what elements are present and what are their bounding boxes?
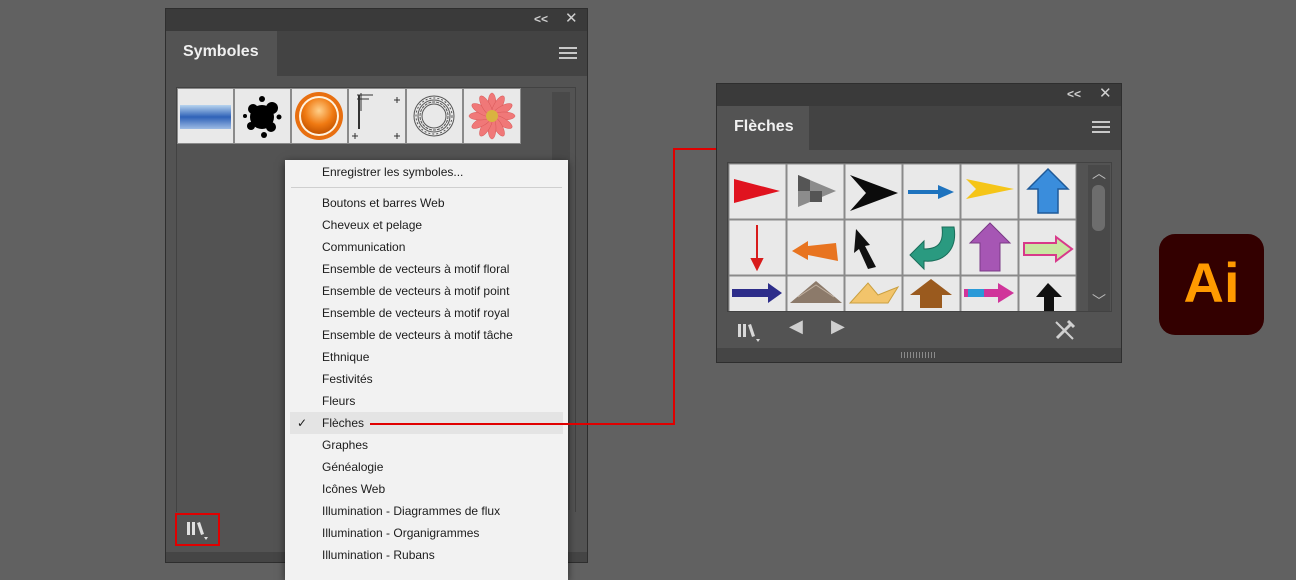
menu-item-label: Boutons et barres Web bbox=[322, 196, 445, 210]
tab-symboles-label: Symboles bbox=[183, 43, 259, 60]
menu-item-library[interactable]: Fleurs bbox=[285, 390, 568, 412]
illustrator-logo: Ai bbox=[1159, 234, 1264, 335]
ink-splatter-icon bbox=[243, 96, 282, 138]
menu-item-library[interactable]: Boutons et barres Web bbox=[285, 192, 568, 214]
menu-item-label: Illumination - Diagrammes de flux bbox=[322, 504, 501, 518]
symbol-thumb-registration-marks[interactable] bbox=[348, 88, 406, 144]
menu-item-library[interactable]: Icônes Web bbox=[285, 478, 568, 500]
menu-item-label: Communication bbox=[322, 240, 406, 254]
close-icon[interactable]: ✕ bbox=[565, 11, 578, 27]
highlight-connector bbox=[673, 148, 675, 425]
symbol-thumb-orange-button[interactable] bbox=[291, 88, 348, 144]
menu-item-label: Ensemble de vecteurs à motif tâche bbox=[322, 328, 513, 342]
arrows-panel-footer bbox=[717, 348, 1121, 362]
menu-item-library[interactable]: Illumination - Organigrammes bbox=[285, 522, 568, 544]
arrows-grid: ︿ ﹀ bbox=[727, 162, 1112, 312]
menu-item-label: Fleurs bbox=[322, 394, 356, 408]
close-icon[interactable]: ✕ bbox=[1099, 86, 1112, 102]
hamburger-icon[interactable] bbox=[559, 47, 577, 61]
symbol-library-icon bbox=[187, 522, 208, 540]
symbols-panel-titlebar[interactable]: << ✕ bbox=[166, 9, 587, 31]
menu-item-library[interactable]: Généalogie bbox=[285, 456, 568, 478]
menu-item-label: Illumination - Organigrammes bbox=[322, 526, 480, 540]
tab-fleches[interactable]: Flèches bbox=[717, 106, 809, 150]
symbol-thumb-ink-splatter[interactable] bbox=[234, 88, 291, 144]
menu-item-label: Ensemble de vecteurs à motif point bbox=[322, 284, 510, 298]
torus-ring-icon bbox=[413, 95, 455, 137]
menu-item-library[interactable]: Ethnique bbox=[285, 346, 568, 368]
menu-item-library[interactable]: Illumination - Diagrammes de flux bbox=[285, 500, 568, 522]
menu-item-label: Cheveux et pelage bbox=[322, 218, 423, 232]
menu-item-library[interactable]: Ensemble de vecteurs à motif royal bbox=[285, 302, 568, 324]
arrows-thumbnails bbox=[728, 163, 1077, 311]
menu-item-library[interactable]: Ensemble de vecteurs à motif point bbox=[285, 280, 568, 302]
menu-item-label: Illumination - Rubans bbox=[322, 548, 435, 562]
symbol-library-menu: Enregistrer les symboles... Boutons et b… bbox=[285, 160, 568, 580]
arrows-scrollbar[interactable]: ︿ ﹀ bbox=[1088, 165, 1110, 311]
menu-item-library[interactable]: Ensemble de vecteurs à motif floral bbox=[285, 258, 568, 280]
menu-item-label: Ensemble de vecteurs à motif floral bbox=[322, 262, 510, 276]
orange-button-icon bbox=[295, 92, 343, 140]
menu-item-library[interactable]: Cheveux et pelage bbox=[285, 214, 568, 236]
next-library-icon[interactable]: ▶ bbox=[831, 316, 845, 337]
break-link-icon[interactable] bbox=[1053, 318, 1077, 342]
symbols-panel-tabbar: Symboles bbox=[166, 31, 587, 76]
checkmark-icon: ✓ bbox=[297, 416, 308, 430]
scroll-up-icon[interactable]: ︿ bbox=[1092, 163, 1106, 183]
symbol-thumb-torus-ring[interactable] bbox=[406, 88, 463, 144]
scrollbar-thumb[interactable] bbox=[1092, 185, 1105, 231]
menu-item-label: Icônes Web bbox=[322, 482, 386, 496]
resize-grip-icon[interactable] bbox=[901, 352, 937, 358]
registration-marks-icon bbox=[352, 93, 400, 139]
arrows-panel-bottombar: ◀ ▶ bbox=[717, 312, 1121, 346]
menu-item-library[interactable]: Communication bbox=[285, 236, 568, 258]
tab-fleches-label: Flèches bbox=[734, 118, 794, 135]
collapse-icon[interactable]: << bbox=[1067, 86, 1081, 102]
menu-item-label: Ensemble de vecteurs à motif royal bbox=[322, 306, 510, 320]
menu-item-label: Ethnique bbox=[322, 350, 370, 364]
button-bar-icon bbox=[180, 105, 231, 129]
symbol-library-button[interactable] bbox=[175, 513, 220, 546]
highlight-connector bbox=[370, 423, 675, 425]
arrows-panel-tabbar: Flèches bbox=[717, 106, 1121, 150]
arrows-panel: << ✕ Flèches ︿ ﹀ ◀ ▶ bbox=[716, 83, 1122, 363]
symbol-thumb-daisy-flower[interactable] bbox=[463, 88, 521, 144]
arrows-panel-titlebar[interactable]: << ✕ bbox=[717, 84, 1121, 106]
menu-item-label: Festivités bbox=[322, 372, 373, 386]
daisy-flower-icon bbox=[468, 92, 516, 140]
scroll-down-icon[interactable]: ﹀ bbox=[1092, 291, 1106, 311]
menu-separator bbox=[291, 187, 562, 188]
collapse-icon[interactable]: << bbox=[534, 11, 548, 27]
symbol-thumb-button-bar[interactable] bbox=[177, 88, 234, 144]
menu-item-library[interactable]: Festivités bbox=[285, 368, 568, 390]
previous-library-icon[interactable]: ◀ bbox=[789, 316, 803, 337]
menu-item-label: Enregistrer les symboles... bbox=[322, 165, 464, 179]
symbol-library-icon[interactable] bbox=[734, 316, 766, 344]
menu-item-label: Graphes bbox=[322, 438, 369, 452]
menu-item-save-symbols[interactable]: Enregistrer les symboles... bbox=[285, 161, 568, 183]
menu-item-library[interactable]: Illumination - Rubans bbox=[285, 544, 568, 566]
menu-item-library[interactable]: Ensemble de vecteurs à motif tâche bbox=[285, 324, 568, 346]
illustrator-logo-text: Ai bbox=[1183, 251, 1240, 314]
menu-item-label: Flèches bbox=[322, 416, 365, 430]
tab-symboles[interactable]: Symboles bbox=[166, 31, 277, 76]
menu-item-library[interactable]: Graphes bbox=[285, 434, 568, 456]
hamburger-icon[interactable] bbox=[1092, 121, 1110, 135]
menu-item-label: Généalogie bbox=[322, 460, 384, 474]
